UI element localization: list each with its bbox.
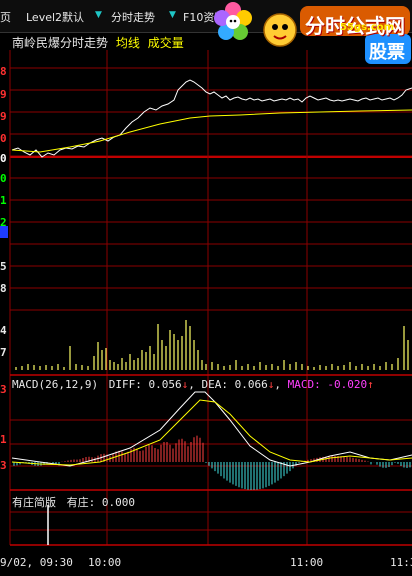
macd-label: MACD(26,12,9) (12, 378, 99, 391)
chart-title: 南岭民爆分时走势 (12, 36, 109, 50)
dropdown-arrow-icon[interactable]: ▼ (169, 10, 176, 20)
diff-label: DIFF: (108, 378, 142, 391)
dea-value: 0.066 (234, 378, 268, 391)
youzhuang-value: 0.000 (101, 496, 135, 509)
banner-site: 55gs.com (340, 22, 395, 33)
toolbar-intraday-tab[interactable]: 分时走势 (111, 9, 155, 25)
price-axis-label: 9 (0, 110, 7, 123)
price-axis-label: 4 (0, 324, 7, 337)
intraday-chart[interactable] (0, 0, 412, 576)
price-axis-label: 0 (0, 132, 7, 145)
youzhuang-value-label: 有庄: (66, 496, 96, 509)
price-axis-label: 5 (0, 260, 7, 273)
macd-axis-mid: 1 (0, 433, 7, 446)
time-axis-1000: 10:00 (88, 556, 122, 569)
price-axis-label: 8 (0, 65, 7, 78)
site-banner: 分时公式网 55gs.com 股票 (205, 0, 412, 70)
chart-title-row: 南岭民爆分时走势 均线 成交量 (12, 34, 184, 51)
price-axis-label: 2 (0, 216, 7, 229)
time-axis-1100: 11:00 (290, 556, 324, 569)
price-axis-label: 1 (0, 194, 7, 207)
dropdown-arrow-icon[interactable]: ▼ (95, 10, 102, 20)
price-axis-label: 0 (0, 172, 7, 185)
diff-line (11, 391, 412, 467)
dea-label: DEA: (201, 378, 228, 391)
price-axis-label: 9 (0, 88, 7, 101)
toolbar-page-tab[interactable]: 页 (0, 9, 11, 25)
time-axis-1130: 11:3 (390, 556, 412, 569)
price-axis-label: 0 (0, 152, 7, 165)
price-axis-label: 7 (0, 346, 7, 359)
dea-line (11, 399, 412, 466)
diff-value: 0.056 (148, 378, 182, 391)
volume-legend: 成交量 (147, 36, 184, 50)
youzhuang-title-row: 有庄简版 有庄: 0.000 (12, 494, 135, 510)
avg-line-legend: 均线 (115, 36, 140, 50)
macd-axis-bottom: 3 (0, 459, 7, 472)
macd-title-row: MACD(26,12,9) DIFF: 0.056↓, DEA: 0.066↓,… (12, 378, 374, 391)
youzhuang-label: 有庄简版 (12, 496, 56, 509)
macd-value: -0.020 (327, 378, 368, 391)
banner-brand: 股票 (369, 42, 405, 63)
price-axis-label: 8 (0, 282, 7, 295)
macd-value-label: MACD: (287, 378, 321, 391)
toolbar-level2-tab[interactable]: Level2默认 (26, 9, 84, 25)
avg-price-line (11, 109, 412, 153)
time-axis-start: 9/02, 09:30 (0, 556, 73, 569)
price-line (11, 79, 412, 158)
macd-axis-top: 3 (0, 383, 7, 396)
